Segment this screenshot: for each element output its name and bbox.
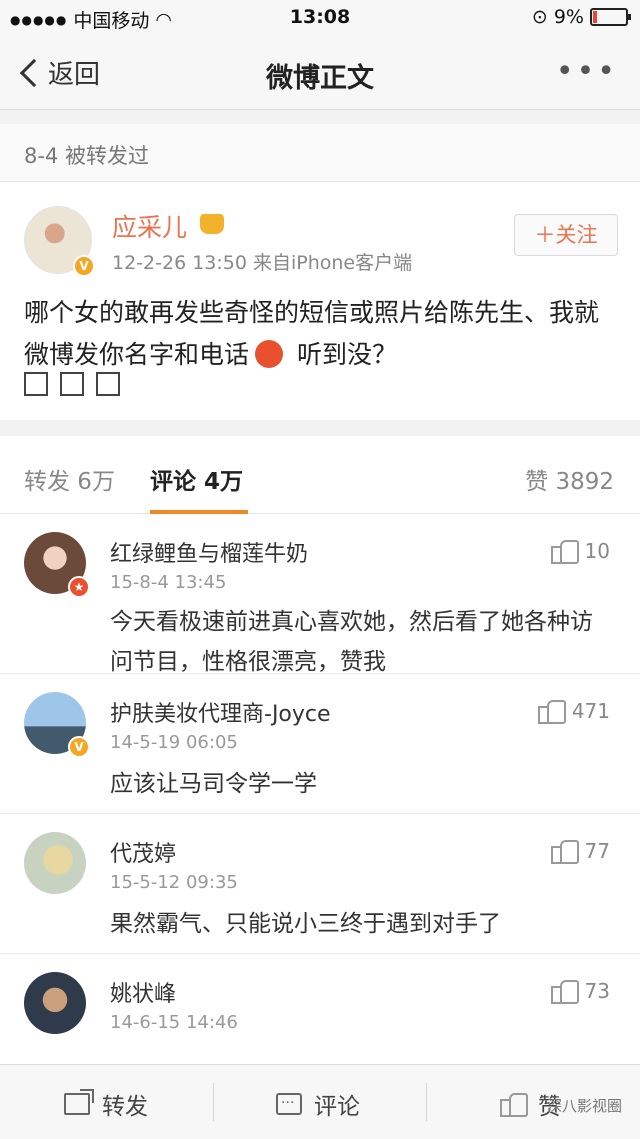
forward-icon: [64, 1089, 94, 1115]
page-title: 微博正文: [266, 63, 374, 94]
thumb-up-icon: [550, 978, 579, 1004]
angry-emoji-icon: [255, 340, 284, 368]
thumb-up-icon: [550, 538, 579, 564]
divider: [213, 1083, 214, 1121]
comment-time: 15-5-12 09:35: [110, 872, 238, 893]
commenter-name[interactable]: 护肤美妆代理商-Joyce: [110, 696, 331, 728]
comment-item: 代茂婷 15-5-12 09:35 果然霸气、只能说小三终于遇到对手了 77: [0, 814, 640, 954]
follow-button[interactable]: ＋关注: [514, 214, 618, 256]
commenter-avatar[interactable]: [24, 832, 86, 894]
commenter-name[interactable]: 红绿鲤鱼与榴莲牛奶: [110, 536, 308, 568]
battery-percent: 9%: [553, 6, 584, 28]
crown-icon: [200, 214, 224, 234]
commenter-avatar[interactable]: ★: [24, 532, 90, 598]
comment-like-count: 73: [584, 979, 610, 1003]
comment-icon: [276, 1091, 302, 1115]
forward-label: 转发: [102, 1094, 148, 1120]
author-name[interactable]: 应采儿: [112, 208, 187, 244]
more-button[interactable]: •••: [556, 54, 618, 89]
nav-bar: 返回 微博正文 •••: [0, 36, 640, 110]
orientation-lock-icon: ⊙: [531, 6, 548, 28]
post-text: 哪个女的敢再发些奇怪的短信或照片给陈先生、我就微博发你名字和电话 听到没？: [24, 292, 620, 376]
forward-button[interactable]: 转发: [64, 1087, 148, 1121]
comment-time: 14-5-19 06:05: [110, 732, 238, 753]
repost-note: 8-4 被转发过: [0, 124, 640, 182]
comment-time: 15-8-4 13:45: [110, 572, 227, 593]
comment-like-count: 77: [584, 839, 610, 863]
thumb-up-icon: [500, 1091, 528, 1117]
thumb-up-icon: [537, 698, 566, 724]
tab-forward[interactable]: 转发 6万: [24, 462, 115, 496]
comment-like-button[interactable]: 77: [550, 838, 610, 864]
comment-like-count: 10: [584, 539, 610, 563]
status-right: ⊙ 9%: [531, 6, 631, 28]
comment-label: 评论: [314, 1094, 360, 1120]
commenter-avatar[interactable]: [24, 972, 86, 1034]
comment-item: 姚状峰 14-6-15 14:46 73: [0, 954, 640, 1064]
comment-item: ★ 红绿鲤鱼与榴莲牛奶 15-8-4 13:45 今天看极速前进真心喜欢她，然后…: [0, 514, 640, 675]
bottom-action-bar: 转发 评论 赞 深八影视圈: [0, 1064, 640, 1139]
author-avatar[interactable]: V: [24, 206, 95, 277]
divider: [426, 1083, 427, 1121]
commenter-name[interactable]: 代茂婷: [110, 836, 176, 868]
missing-glyph-icon: [96, 372, 120, 396]
commenter-name[interactable]: 姚状峰: [110, 976, 176, 1008]
comment-like-count: 471: [571, 699, 610, 723]
battery-icon: [590, 8, 631, 26]
post-text-part2: 听到没？: [289, 340, 397, 369]
comment-item: V 护肤美妆代理商-Joyce 14-5-19 06:05 应该让马司令学一学 …: [0, 674, 640, 814]
post-meta: 12-2-26 13:50 来自iPhone客户端: [112, 252, 413, 274]
comment-like-button[interactable]: 10: [550, 538, 610, 564]
comment-like-button[interactable]: 471: [537, 698, 610, 724]
comment-like-button[interactable]: 73: [550, 978, 610, 1004]
post-card: V 应采儿 12-2-26 13:50 来自iPhone客户端 ＋关注 哪个女的…: [0, 182, 640, 420]
comment-text: 果然霸气、只能说小三终于遇到对手了: [110, 911, 501, 937]
missing-glyphs: [24, 372, 120, 396]
comment-list: ★ 红绿鲤鱼与榴莲牛奶 15-8-4 13:45 今天看极速前进真心喜欢她，然后…: [0, 514, 640, 1064]
missing-glyph-icon: [60, 372, 84, 396]
member-badge-icon: ★: [68, 576, 90, 598]
comment-time: 14-6-15 14:46: [110, 1012, 238, 1033]
comment-text: 应该让马司令学一学: [110, 771, 317, 797]
comment-text: 今天看极速前进真心喜欢她，然后看了她各种访问节目，性格很漂亮，赞我: [110, 609, 593, 675]
watermark: 深八影视圈: [546, 1097, 622, 1115]
status-bar: ●●●●● 中国移动 ◠ 13:08 ⊙ 9%: [0, 0, 640, 36]
comment-button[interactable]: 评论: [276, 1087, 360, 1121]
missing-glyph-icon: [24, 372, 48, 396]
verified-badge-icon: V: [68, 736, 90, 758]
post-tabs: 转发 6万 评论 4万 赞 3892: [0, 436, 640, 514]
commenter-avatar[interactable]: V: [24, 692, 90, 758]
tab-like[interactable]: 赞 3892: [525, 462, 614, 496]
verified-badge-icon: V: [73, 255, 95, 277]
thumb-up-icon: [550, 838, 579, 864]
tab-comment[interactable]: 评论 4万: [150, 462, 243, 496]
